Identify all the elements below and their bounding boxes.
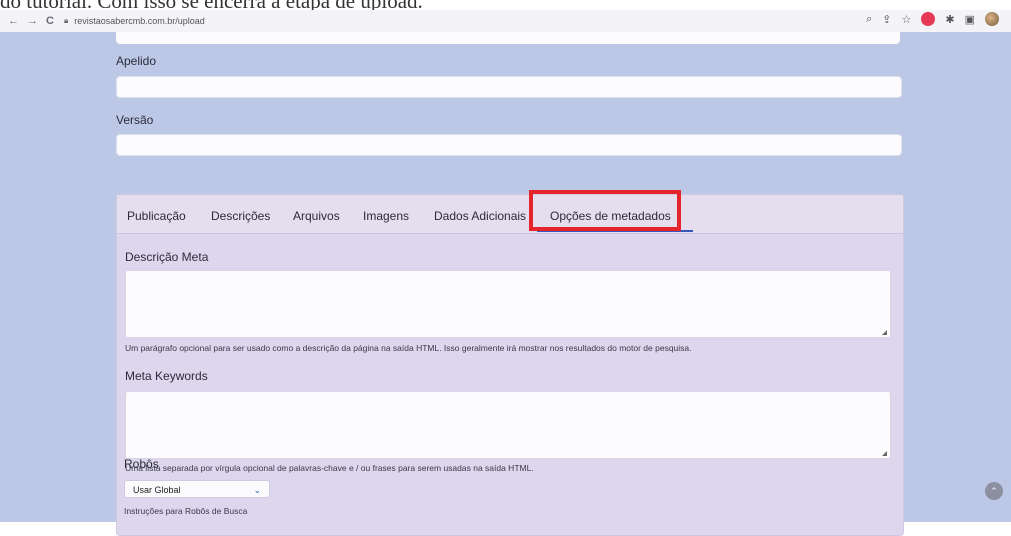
tab-descricoes[interactable]: Descrições <box>211 209 270 223</box>
address-bar[interactable]: 🔒︎ revistaosabercmb.com.br/upload <box>64 12 864 30</box>
page-content: Apelido Versão Publicação Descrições Arq… <box>0 32 1011 536</box>
tab-publicacao[interactable]: Publicação <box>127 209 186 223</box>
meta-keywords-label: Meta Keywords <box>125 369 208 383</box>
url-text: revistaosabercmb.com.br/upload <box>74 16 205 26</box>
share-icon[interactable]: ⇪ <box>882 13 891 26</box>
sidepanel-icon[interactable]: ▣ <box>965 13 975 26</box>
apelido-field[interactable] <box>116 76 902 98</box>
puzzle-icon[interactable]: ✱ <box>945 13 954 26</box>
robos-help: Instruções para Robôs de Busca <box>124 506 248 516</box>
apelido-label: Apelido <box>116 54 157 68</box>
extension-red-icon[interactable] <box>921 12 936 26</box>
reload-icon[interactable]: C <box>46 15 54 27</box>
versao-field[interactable] <box>116 134 902 156</box>
meta-keywords-textarea[interactable] <box>125 391 891 459</box>
robos-label: Robôs <box>124 457 159 471</box>
tab-bar: Publicação Descrições Arquivos Imagens D… <box>117 190 903 234</box>
browser-toolbar: ← → C 🔒︎ revistaosabercmb.com.br/upload … <box>0 10 1011 32</box>
descricao-meta-help: Um parágrafo opcional para ser usado com… <box>125 343 692 353</box>
chevron-down-icon: ⌄ <box>253 485 261 495</box>
back-icon[interactable]: ← <box>8 15 19 27</box>
forward-icon[interactable]: → <box>27 15 38 27</box>
previous-field[interactable] <box>116 32 900 44</box>
descricao-meta-textarea[interactable] <box>125 270 891 338</box>
lock-icon: 🔒︎ <box>63 16 69 25</box>
profile-avatar-icon[interactable] <box>985 12 999 26</box>
robos-selected-value: Usar Global <box>133 485 181 495</box>
star-icon[interactable]: ☆ <box>902 13 912 26</box>
search-icon[interactable]: ⌕ <box>866 13 872 26</box>
tab-dados-adicionais[interactable]: Dados Adicionais <box>434 209 526 223</box>
tab-arquivos[interactable]: Arquivos <box>293 209 340 223</box>
tab-imagens[interactable]: Imagens <box>363 209 409 223</box>
versao-label: Versão <box>116 113 154 127</box>
resize-handle-icon[interactable] <box>882 330 887 335</box>
highlight-box <box>529 190 681 231</box>
scroll-top-icon[interactable]: ⌃ <box>985 482 1003 500</box>
robos-select[interactable]: Usar Global ⌄ <box>124 480 270 498</box>
meta-keywords-help: Uma lista separada por vírgula opcional … <box>125 463 534 473</box>
resize-handle-icon[interactable] <box>882 451 887 456</box>
descricao-meta-label: Descrição Meta <box>125 250 209 264</box>
